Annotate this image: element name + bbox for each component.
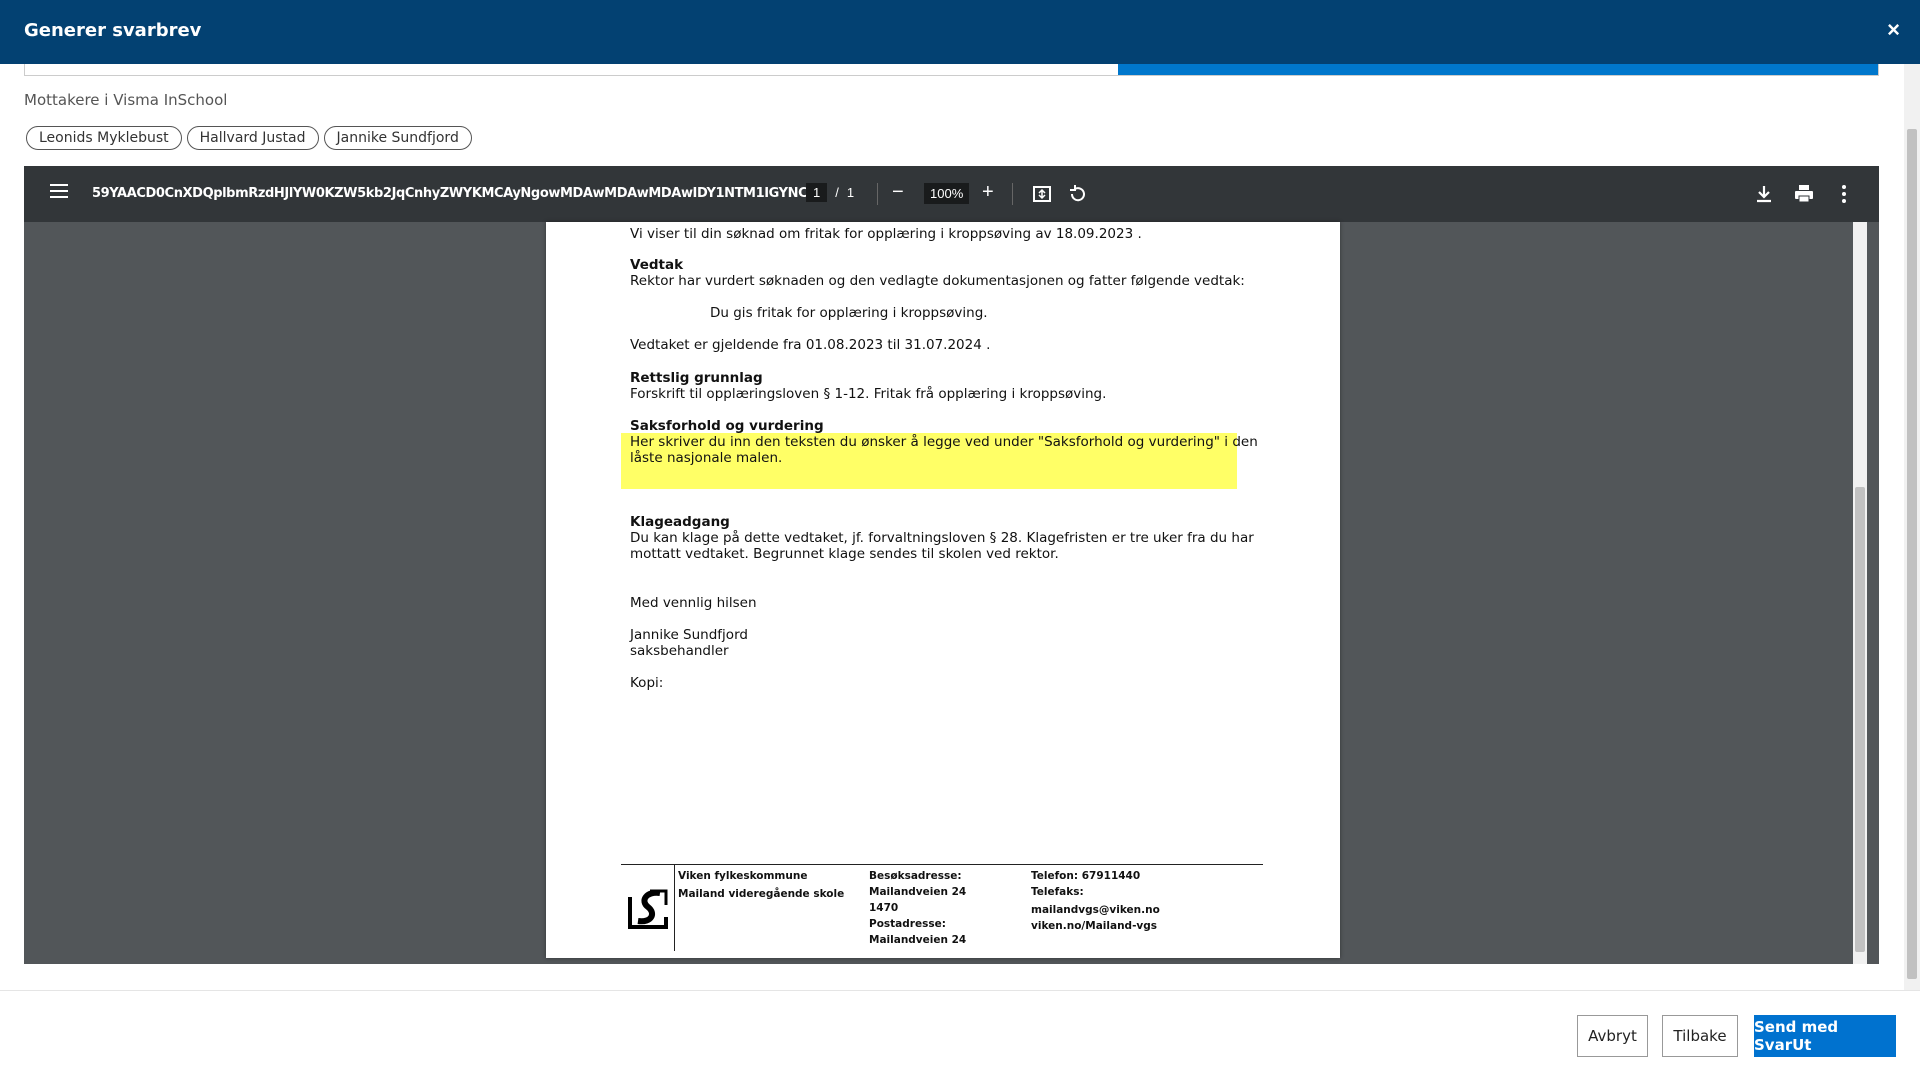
vedtak-validity: Vedtaket er gjeldende fra 01.08.2023 til… — [630, 337, 991, 353]
saksforhold-text: Her skriver du inn den teksten du ønsker… — [630, 434, 1258, 450]
vedtak-heading: Vedtak — [630, 257, 684, 273]
letter-intro: Vi viser til din søknad om fritak for op… — [630, 226, 1142, 242]
saksforhold-heading: Saksforhold og vurdering — [630, 418, 824, 434]
letter-greeting: Med vennlig hilsen — [630, 595, 757, 611]
recipient-chip[interactable]: Jannike Sundfjord — [323, 126, 472, 150]
close-icon[interactable]: × — [1887, 18, 1900, 42]
recipient-chips: Leonids Myklebust Hallvard Justad Jannik… — [26, 126, 472, 150]
pdf-scroll-thumb[interactable] — [1855, 487, 1865, 952]
zoom-in-button[interactable]: + — [982, 180, 994, 204]
page-total: 1 — [846, 185, 855, 200]
progress-bar — [24, 64, 1879, 76]
print-icon[interactable] — [1792, 182, 1816, 206]
klage-heading: Klageadgang — [630, 514, 730, 530]
download-icon[interactable] — [1752, 182, 1776, 206]
back-button[interactable]: Tilbake — [1662, 1015, 1738, 1057]
pdf-page: Vi viser til din søknad om fritak for op… — [546, 222, 1340, 958]
page-number-input[interactable]: 1 — [806, 183, 828, 202]
dialog-title: Generer svarbrev — [24, 20, 202, 41]
dialog-scroll-thumb[interactable] — [1907, 129, 1917, 979]
toolbar-divider — [1012, 183, 1013, 205]
grunnlag-heading: Rettslig grunnlag — [630, 370, 763, 386]
saksforhold-text: låste nasjonale malen. — [630, 450, 783, 466]
zoom-out-button[interactable]: − — [892, 180, 904, 204]
footer-divider — [674, 865, 675, 951]
menu-icon[interactable] — [50, 184, 68, 202]
fit-page-icon[interactable] — [1030, 182, 1054, 206]
recipients-label: Mottakere i Visma InSchool — [24, 91, 228, 109]
footer-contact: Telefon: 67911440 Telefaks: mailandvgs@v… — [1031, 870, 1160, 932]
signer-role: saksbehandler — [630, 643, 729, 659]
klage-text: mottatt vedtaket. Begrunnet klage sendes… — [630, 546, 1059, 562]
recipient-chip[interactable]: Leonids Myklebust — [26, 126, 182, 150]
footer-address: Besøksadresse: Mailandveien 24 1470 Post… — [869, 870, 967, 946]
rotate-icon[interactable] — [1066, 182, 1090, 206]
signer-name: Jannike Sundfjord — [630, 627, 748, 643]
footer-divider — [621, 864, 1263, 865]
copy-label: Kopi: — [630, 675, 664, 691]
toolbar-divider — [877, 183, 878, 205]
pdf-viewer: 59YAACD0CnXDQplbmRzdHJlYW0KZW5kb2JqCnhyZ… — [24, 166, 1879, 964]
send-svarut-button[interactable]: Send med SvarUt — [1754, 1015, 1896, 1057]
vedtak-decision: Du gis fritak for opplæring i kroppsøvin… — [710, 305, 988, 321]
more-options-icon[interactable] — [1832, 182, 1856, 206]
dialog-scrollbar[interactable] — [1904, 64, 1920, 990]
page-separator: / — [835, 185, 839, 200]
pdf-scrollbar[interactable] — [1853, 222, 1867, 964]
vedtak-text: Rektor har vurdert søknaden og den vedla… — [630, 273, 1245, 289]
klage-text: Du kan klage på dette vedtaket, jf. forv… — [630, 530, 1254, 546]
cancel-button[interactable]: Avbryt — [1577, 1015, 1648, 1057]
viken-logo-icon — [626, 887, 670, 931]
progress-fill — [1118, 64, 1878, 75]
page-indicator: 1 / 1 — [806, 183, 854, 202]
pdf-toolbar: 59YAACD0CnXDQplbmRzdHJlYW0KZW5kb2JqCnhyZ… — [24, 166, 1879, 222]
dialog-header: Generer svarbrev × — [0, 0, 1920, 64]
pdf-filename: 59YAACD0CnXDQplbmRzdHJlYW0KZW5kb2JqCnhyZ… — [92, 186, 825, 201]
zoom-level-input[interactable]: 100% — [924, 183, 970, 204]
dialog-footer: Avbryt Tilbake Send med SvarUt — [0, 990, 1920, 1080]
footer-org: Viken fylkeskommune Mailand videregående… — [678, 870, 845, 900]
recipient-chip[interactable]: Hallvard Justad — [186, 126, 319, 150]
grunnlag-text: Forskrift til opplæringsloven § 1-12. Fr… — [630, 386, 1107, 402]
